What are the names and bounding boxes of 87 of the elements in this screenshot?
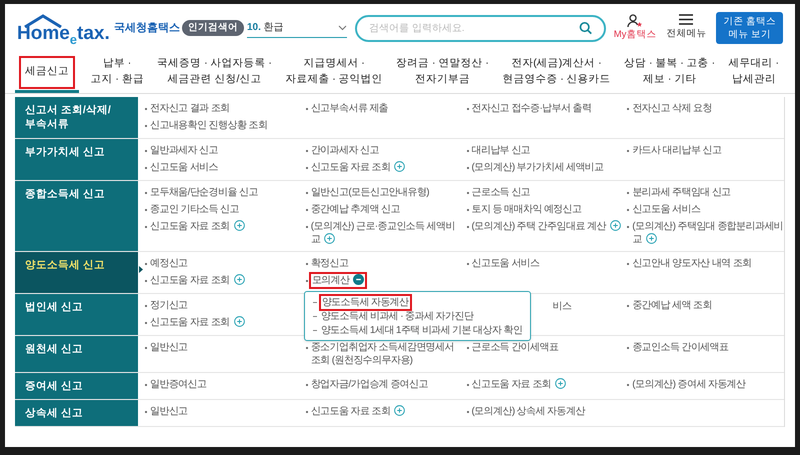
plus-circle-icon[interactable] xyxy=(234,220,245,231)
menu-link[interactable]: (모의계산) 증여세 자동계산 xyxy=(632,378,746,391)
house-roof-icon xyxy=(23,14,63,28)
menu-link[interactable]: 일반증여신고 xyxy=(150,378,206,391)
nav-tab[interactable]: 납부 · 고지 · 환급 xyxy=(88,52,146,93)
section-header[interactable]: 신고서 조회/삭제/ 부속서류 xyxy=(15,97,138,138)
section-header[interactable]: 증여세 신고 xyxy=(15,373,138,399)
nav-tab[interactable]: 전자(세금)계산서 · 현금영수증 · 신용카드 xyxy=(500,52,613,93)
menu-link[interactable]: 신고도움 서비스 xyxy=(632,203,700,216)
menu-link[interactable]: 확정신고 xyxy=(310,257,348,270)
pointer-icon xyxy=(139,266,143,273)
chevron-down-icon xyxy=(338,24,347,30)
menu-link[interactable]: 종교인 기타소득 신고 xyxy=(150,203,239,216)
submenu-link[interactable]: 양도소득세 비과세 · 중과세 자가진단 xyxy=(320,310,474,322)
menu-link[interactable]: 일반신고 xyxy=(150,341,188,354)
submenu-link[interactable]: 양도소득세 1세대 1주택 비과세 기본 대상자 확인 xyxy=(320,324,522,336)
menu-link[interactable]: 신고도움 서비스 xyxy=(150,161,218,174)
submenu-link[interactable]: 양도소득세 자동계산 xyxy=(320,296,410,308)
user-star-icon xyxy=(627,14,644,28)
menu-link[interactable]: 종교인소득 간이세액표 xyxy=(632,341,728,354)
all-menu-button[interactable]: 전체메뉴 xyxy=(666,14,706,42)
plus-circle-icon[interactable] xyxy=(555,378,566,389)
menu-link[interactable]: 대리납부 신고 xyxy=(472,144,530,157)
section-header[interactable]: 원천세 신고 xyxy=(15,336,138,372)
plus-circle-icon[interactable] xyxy=(394,405,406,416)
plus-circle-icon[interactable] xyxy=(394,161,406,172)
minus-circle-icon[interactable] xyxy=(353,274,364,285)
search-field[interactable]: 검색어를 입력하세요. xyxy=(355,14,606,42)
menu-icon xyxy=(679,14,694,26)
nav-tab[interactable]: 장려금 · 연말정산 · 전자기부금 xyxy=(394,52,491,93)
menu-link[interactable]: 비스 xyxy=(552,300,572,312)
menu-link[interactable]: 신고도움 자료 조회 xyxy=(472,378,566,391)
menu-link[interactable]: 일반신고 xyxy=(150,405,188,418)
menu-link[interactable]: (모의계산) 주택 간주임대료 계산 xyxy=(472,220,621,233)
plus-circle-icon[interactable] xyxy=(234,316,245,327)
my-hometax-link[interactable]: My홈택스 xyxy=(614,14,656,42)
plus-circle-icon[interactable] xyxy=(646,233,657,244)
menu-link[interactable]: 중소기업취업자 소득세감면명세서 조회 (원천징수의무자용) xyxy=(310,341,462,367)
menu-link[interactable]: 창업자금/가업승계 증여신고 xyxy=(310,378,428,391)
menu-link[interactable]: 신고도움 자료 조회 xyxy=(150,220,245,233)
menu-link[interactable]: 일반과세자 신고 xyxy=(150,144,218,157)
menu-link[interactable]: 근로소득 간이세액표 xyxy=(472,341,558,354)
menu-link[interactable]: 토지 등 매매차익 예정신고 xyxy=(472,203,582,216)
menu-link[interactable]: 신고도움 자료 조회 xyxy=(150,274,245,287)
menu-link[interactable]: (모의계산) 상속세 자동계산 xyxy=(472,405,585,418)
menu-link[interactable]: 전자신고 결과 조회 xyxy=(150,102,230,115)
menu-link[interactable]: 신고내용확인 진행상황 조회 xyxy=(150,119,268,132)
menu-link[interactable]: 신고도움 자료 조회 xyxy=(310,405,406,418)
menu-link[interactable]: 전자신고 접수증·납부서 출력 xyxy=(472,102,592,115)
menu-link[interactable]: 간이과세자 신고 xyxy=(310,144,379,157)
nav-tab[interactable]: 국세증명 · 사업자등록 · 세금관련 신청/신고 xyxy=(155,52,274,93)
section-header[interactable]: 상속세 신고 xyxy=(15,400,138,426)
search-input[interactable]: 검색어를 입력하세요. xyxy=(369,20,579,36)
menu-link[interactable]: 예정신고 xyxy=(150,257,188,270)
site-name: 국세청홈택스 xyxy=(114,20,180,36)
menu-link[interactable]: 중간예납 세액 조회 xyxy=(632,299,712,312)
section-header[interactable]: 법인세 신고 xyxy=(15,294,138,335)
legacy-menu-button[interactable]: 기존 홈택스 메뉴 보기 xyxy=(716,12,783,44)
menu-link[interactable]: 신고부속서류 제출 xyxy=(310,102,388,115)
menu-link[interactable]: 카드사 대리납부 신고 xyxy=(632,144,722,157)
menu-link[interactable]: (모의계산) 부가가치세 세액비교 xyxy=(472,161,604,174)
popular-term-dropdown[interactable]: 10. 환급 xyxy=(247,18,347,38)
popular-search-badge: 인기검색어 xyxy=(182,20,244,36)
menu-link[interactable]: 신고안내 양도자산 내역 조회 xyxy=(632,257,752,270)
menu-link[interactable]: 신고도움 자료 조회 xyxy=(310,161,406,174)
plus-circle-icon[interactable] xyxy=(324,233,336,244)
nav-tab[interactable]: 세금신고 xyxy=(15,52,79,93)
section-header[interactable]: 종합소득세 신고 xyxy=(15,181,138,251)
search-icon[interactable] xyxy=(578,21,592,35)
plus-circle-icon[interactable] xyxy=(610,220,621,231)
menu-link[interactable]: (모의계산) 근로·종교인소득 세액비교 xyxy=(310,220,462,246)
nav-tab[interactable]: 세무대리 · 납세관리 xyxy=(726,52,781,93)
menu-link[interactable]: 정기신고 xyxy=(150,299,188,312)
section-header[interactable]: 부가가치세 신고 xyxy=(15,139,138,180)
menu-link[interactable]: 전자신고 삭제 요청 xyxy=(632,102,712,115)
menu-link[interactable]: 중간예납 추계액 신고 xyxy=(310,203,400,216)
menu-link[interactable]: 모의계산 xyxy=(310,274,366,287)
menu-link[interactable]: 일반신고(모든신고안내유형) xyxy=(310,186,430,199)
nav-tab[interactable]: 지급명세서 · 자료제출 · 공익법인 xyxy=(283,52,385,93)
menu-link[interactable]: (모의계산) 주택임대 종합분리과세비교 xyxy=(632,220,784,246)
menu-link[interactable]: 신고도움 서비스 xyxy=(472,257,540,270)
menu-link[interactable]: 모두채움/단순경비율 신고 xyxy=(150,186,258,199)
menu-link[interactable]: 근로소득 신고 xyxy=(472,186,530,199)
nav-tab[interactable]: 상담 · 불복 · 고충 · 제보 · 기타 xyxy=(622,52,718,93)
menu-link[interactable]: 신고도움 자료 조회 xyxy=(150,316,245,329)
plus-circle-icon[interactable] xyxy=(234,274,245,285)
menu-link[interactable]: 분리과세 주택임대 신고 xyxy=(632,186,731,199)
